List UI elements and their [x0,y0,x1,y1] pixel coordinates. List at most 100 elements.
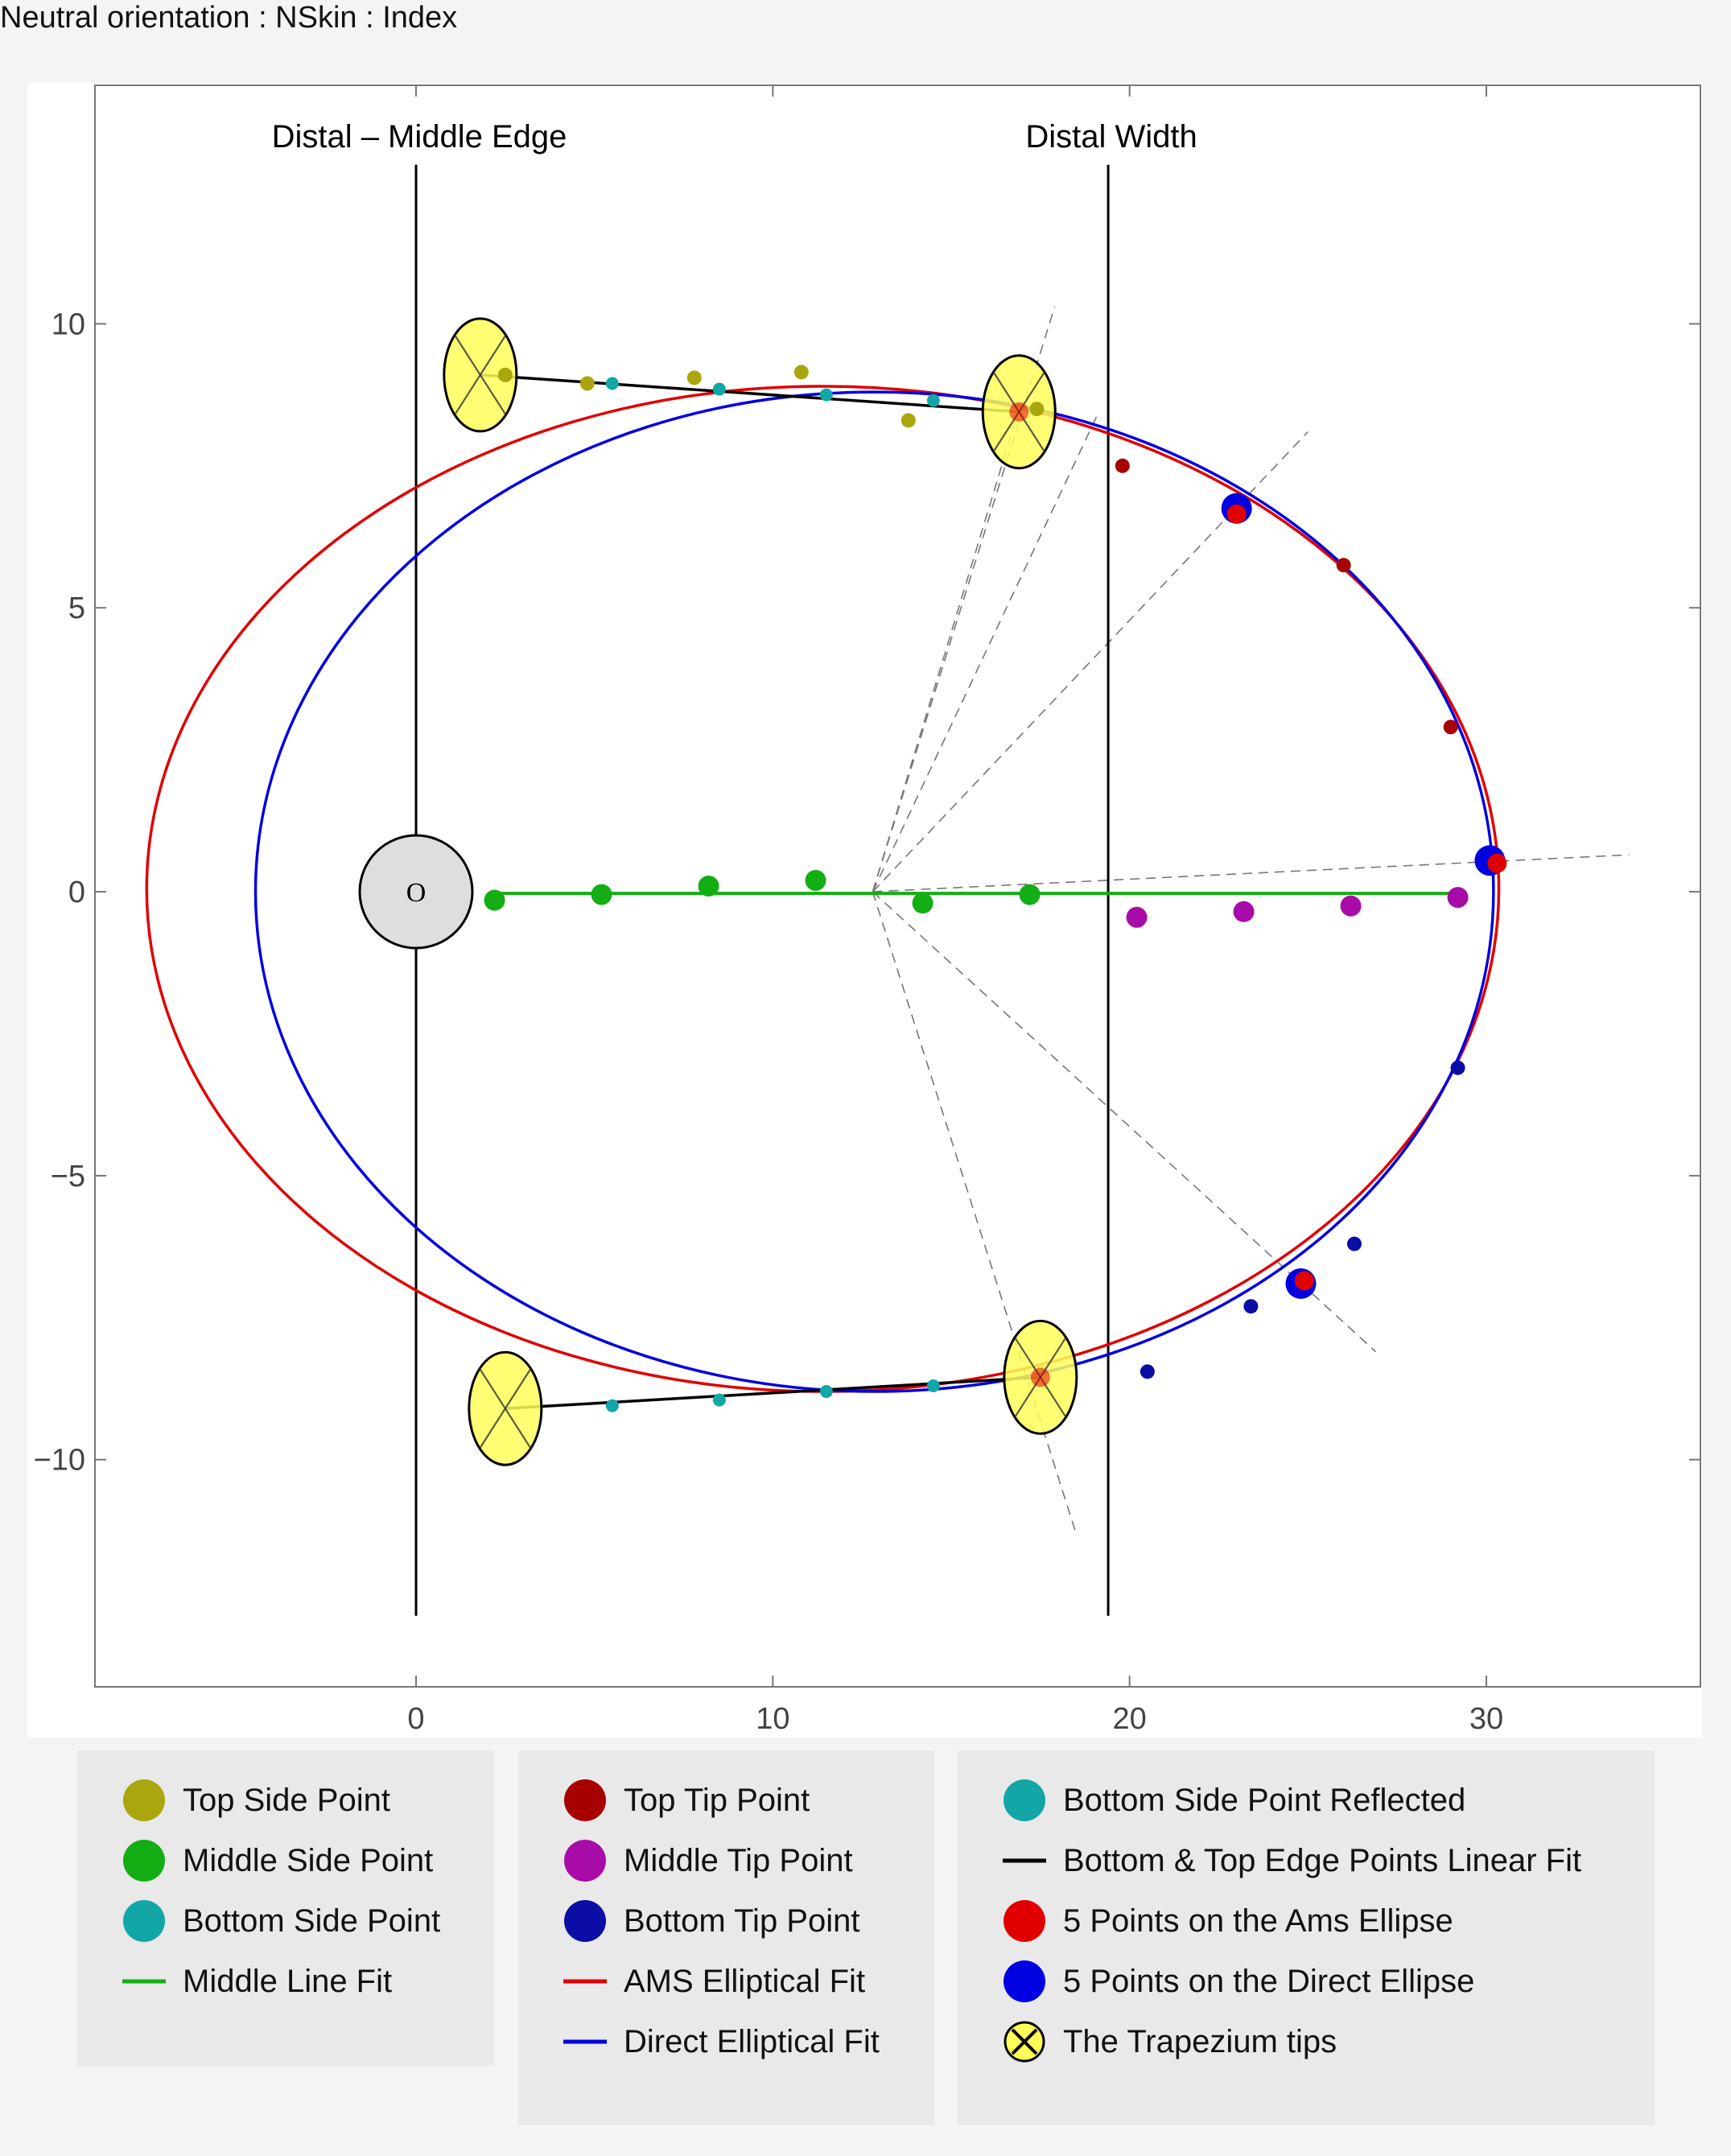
bottom-side-point-reflected-marker [926,394,940,407]
5-points-on-the-ams-ellipse-marker [1226,504,1247,524]
bottom-tip-point-marker [1346,1236,1362,1251]
legend-dot-icon [123,1779,165,1821]
legend-item: The Trapezium tips [958,2018,1655,2066]
middle-tip-point-marker [1233,901,1255,922]
construction-line [872,414,1098,892]
construction-line [872,891,1077,1534]
legend-item: Direct Elliptical Fit [518,2018,934,2066]
construction-line [872,420,1016,892]
bottom-side-point-marker [605,1399,619,1412]
legend-trapezium-icon [1004,2021,1045,2063]
legend-item: Bottom Side Point Reflected [958,1776,1655,1824]
bottom-side-point-marker [712,1393,726,1407]
x-tick-label: 10 [756,1702,789,1736]
bottom-side-point-reflected-marker [819,388,833,402]
top-side-point-marker [901,413,916,428]
x-tick-label: 0 [407,1702,424,1736]
5-points-on-the-ams-ellipse-marker [1030,1367,1050,1387]
legend-label: 5 Points on the Direct Ellipse [1063,1964,1475,1999]
legend-item: AMS Elliptical Fit [518,1957,934,2006]
legend-label: Bottom Side Point Reflected [1063,1783,1466,1818]
middle-side-point-marker [591,884,612,905]
legend-item: Top Side Point [77,1776,494,1824]
top-side-point-marker [1029,402,1045,417]
legend-label: Bottom Tip Point [624,1903,860,1939]
legend-dot-icon [123,1840,165,1882]
legend-item: Middle Side Point [77,1837,494,1885]
legend-group-tip-points: Top Tip Point Middle Tip Point Bottom Tip … [518,1750,934,2125]
top-tip-point-marker [1443,719,1458,735]
legend-label: 5 Points on the Ams Ellipse [1063,1903,1453,1939]
bottom-side-point-reflected-marker [605,377,619,390]
y-tick-label: 0 [68,876,85,909]
legend-label: AMS Elliptical Fit [624,1964,866,1999]
middle-tip-point-marker [1447,887,1469,909]
legend-label: Bottom & Top Edge Points Linear Fit [1063,1843,1582,1878]
middle-side-point-marker [698,876,719,897]
bottom-tip-point-marker [1450,1060,1465,1075]
bottom-side-point-marker [926,1379,940,1392]
middle-tip-point-marker [1126,906,1148,928]
edge-linear-fit [505,1375,1041,1410]
bottom-tip-point-marker [1140,1364,1155,1379]
bottom-side-point-marker [819,1385,833,1399]
y-tick-label: −5 [51,1160,85,1193]
5-points-on-the-ams-ellipse-marker [1294,1271,1314,1291]
legend-dot-icon [564,1779,606,1821]
ellipse-fit-chart: 0 10 20 30 10 5 0 −5 −10 Distal – Middle Edge Dist… [34,85,1701,1736]
legend-dot-icon [564,1900,606,1942]
x-tick-label: 20 [1113,1702,1147,1736]
5-points-on-the-ams-ellipse-marker [1009,402,1029,422]
legend-label: Direct Elliptical Fit [624,2024,880,2059]
ams-elliptical-fit [145,385,1501,1393]
top-side-point-marker [497,367,513,382]
reference-line-label: Distal Width [1025,119,1197,155]
bottom-side-point-reflected-marker [712,382,726,396]
legend-item: 5 Points on the Ams Ellipse [958,1897,1655,1945]
legend-dot-icon [1004,1960,1045,2002]
plot-panel: 0 10 20 30 10 5 0 −5 −10 Distal – Middle Edge Dist… [27,83,1702,1738]
legend-line-icon [1003,1858,1046,1863]
legend-line-icon [563,2039,607,2044]
legend-label: Top Side Point [183,1783,390,1818]
middle-tip-point-marker [1340,895,1362,917]
y-tick-label: 5 [68,592,85,625]
plot-frame [94,85,1701,1688]
legend-item: Bottom Side Point [77,1897,494,1945]
middle-side-point-marker [484,889,505,911]
page-title: Neutral orientation : NSkin : Index [0,1,458,35]
legend-dot-icon [564,1840,606,1882]
bottom-tip-point-marker [1243,1299,1259,1314]
legend-item: Bottom & Top Edge Points Linear Fit [958,1837,1655,1885]
origin-label: O [406,878,427,908]
top-tip-point-marker [1336,558,1351,573]
top-tip-point-marker [1115,458,1130,473]
middle-side-point-marker [912,892,934,914]
5-points-on-the-ams-ellipse-marker [1487,853,1507,873]
legend-dot-icon [123,1900,165,1942]
legend-item: 5 Points on the Direct Ellipse [958,1957,1655,2006]
legend-dot-icon [1004,1779,1045,1821]
legend-label: Bottom Side Point [183,1903,441,1939]
legend-label: Top Tip Point [624,1783,810,1818]
legend-dot-icon [1004,1900,1045,1942]
top-side-point-marker [579,376,595,391]
middle-side-point-marker [805,869,826,891]
legend-label: Middle Tip Point [624,1843,853,1878]
legend-item: Middle Tip Point [518,1837,934,1885]
legend-group-fits: Bottom Side Point Reflected Bottom & Top … [958,1750,1655,2125]
legend-item: Middle Line Fit [77,1957,494,2006]
middle-side-point-marker [1019,884,1041,905]
legend-item: Bottom Tip Point [518,1897,934,1945]
legend-label: Middle Line Fit [183,1964,393,1999]
reference-line-label: Distal – Middle Edge [272,119,567,155]
legend-label: The Trapezium tips [1063,2024,1337,2059]
top-side-point-marker [686,370,702,385]
legend-label: Middle Side Point [183,1843,434,1878]
legend-item: Top Tip Point [518,1776,934,1824]
legend-line-icon [563,1979,607,1984]
legend-group-side-points: Top Side Point Middle Side Point Bottom Si… [77,1750,494,2066]
legend-line-icon [122,1979,166,1984]
x-tick-label: 30 [1469,1702,1503,1736]
construction-line [872,854,1630,892]
